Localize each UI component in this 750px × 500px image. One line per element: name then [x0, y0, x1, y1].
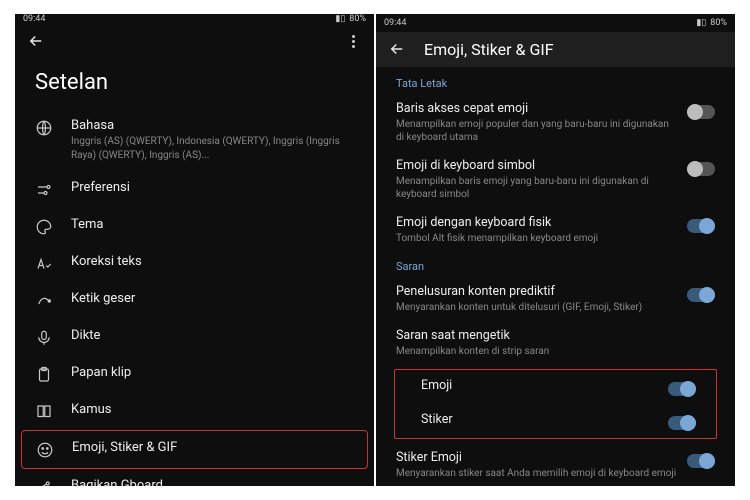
- setting-desc: Menyarankan konten untuk ditelusuri (GIF…: [396, 301, 677, 314]
- status-time: 09:44: [23, 14, 45, 24]
- setting-title: Emoji: [415, 378, 658, 393]
- sidebar-item-papan-klip[interactable]: Papan klip: [21, 356, 368, 393]
- status-bar-right: 09:44 ▮▯ 80%: [376, 14, 735, 32]
- row-sub: Inggris (AS) (QWERTY), Indonesia (QWERTY…: [71, 135, 354, 162]
- setting-emoji-keyboard-simbol[interactable]: Emoji di keyboard simbol Menampilkan bar…: [382, 151, 729, 208]
- settings-list: Bahasa Inggris (AS) (QWERTY), Indonesia …: [15, 109, 374, 486]
- sidebar-item-emoji-stiker-gif[interactable]: Emoji, Stiker & GIF: [21, 430, 368, 469]
- palette-icon: [35, 218, 53, 236]
- row-title: Emoji, Stiker & GIF: [72, 440, 353, 455]
- toggle-switch[interactable]: [668, 416, 696, 430]
- clipboard-icon: [35, 366, 53, 384]
- setting-title: Saran saat mengetik: [396, 328, 715, 343]
- row-title: Koreksi teks: [71, 254, 354, 269]
- settings-pane: 09:44 ▮▯ 80% Setelan Bahasa Inggris (AS)…: [15, 14, 374, 486]
- row-title: Kamus: [71, 402, 354, 417]
- setting-title: Baris akses cepat emoji: [396, 101, 677, 116]
- toggle-switch[interactable]: [687, 162, 715, 176]
- sidebar-item-dikte[interactable]: Dikte: [21, 319, 368, 356]
- row-title: Dikte: [71, 328, 354, 343]
- section-saran: Saran: [382, 252, 729, 277]
- setting-desc: Menyarankan stiker saat Anda memilih emo…: [396, 467, 677, 480]
- row-title: Tema: [71, 217, 354, 232]
- sidebar-item-bagikan-gboard[interactable]: Bagikan Gboard: [21, 469, 368, 486]
- back-button[interactable]: [27, 32, 45, 50]
- row-title: Preferensi: [71, 180, 354, 195]
- setting-penelusuran-prediktif[interactable]: Penelusuran konten prediktif Menyarankan…: [382, 277, 729, 321]
- globe-icon: [35, 119, 53, 137]
- sidebar-item-tema[interactable]: Tema: [21, 208, 368, 245]
- toggle-switch[interactable]: [687, 105, 715, 119]
- row-title: Bahasa: [71, 118, 354, 133]
- setting-desc: Menampilkan emoji populer dan yang baru-…: [396, 118, 677, 144]
- sidebar-item-preferensi[interactable]: Preferensi: [21, 171, 368, 208]
- sidebar-item-ketik-geser[interactable]: Ketik geser: [21, 282, 368, 319]
- status-time: 09:44: [384, 18, 406, 28]
- topbar-left: [15, 24, 374, 58]
- battery-text: 80%: [349, 14, 366, 24]
- setting-title: Emoji di keyboard simbol: [396, 158, 677, 173]
- sidebar-item-bahasa[interactable]: Bahasa Inggris (AS) (QWERTY), Indonesia …: [21, 109, 368, 171]
- page-title: Setelan: [15, 58, 374, 109]
- mic-icon: [35, 329, 53, 347]
- setting-desc: Menampilkan baris emoji yang baru-baru i…: [396, 175, 677, 201]
- header-title: Emoji, Stiker & GIF: [424, 40, 554, 59]
- setting-title: Penelusuran konten prediktif: [396, 284, 677, 299]
- setting-saran-stiker[interactable]: Stiker: [395, 404, 716, 438]
- setting-desc: Menampilkan konten di strip saran: [396, 345, 715, 358]
- more-menu-button[interactable]: [344, 32, 362, 50]
- right-content: Tata Letak Baris akses cepat emoji Menam…: [376, 67, 735, 486]
- toggle-switch[interactable]: [687, 288, 715, 302]
- setting-saran-mengetik-header: Saran saat mengetik Menampilkan konten d…: [382, 321, 729, 365]
- row-title: Bagikan Gboard: [71, 478, 354, 486]
- setting-desc: Tombol Alt fisik menampilkan keyboard em…: [396, 232, 677, 245]
- row-title: Ketik geser: [71, 291, 354, 306]
- setting-baris-akses-cepat[interactable]: Baris akses cepat emoji Menampilkan emoj…: [382, 94, 729, 151]
- setting-emoji-keyboard-fisik[interactable]: Emoji dengan keyboard fisik Tombol Alt f…: [382, 208, 729, 252]
- toggle-switch[interactable]: [668, 382, 696, 396]
- typing-suggestions-group: Emoji Stiker: [394, 369, 717, 439]
- setting-title: Emoji dengan keyboard fisik: [396, 215, 677, 230]
- text-check-icon: [35, 255, 53, 273]
- sidebar-item-kamus[interactable]: Kamus: [21, 393, 368, 430]
- toggle-switch[interactable]: [687, 219, 715, 233]
- emoji-settings-pane: 09:44 ▮▯ 80% Emoji, Stiker & GIF Tata Le…: [376, 14, 735, 486]
- book-icon: [35, 403, 53, 421]
- share-icon: [35, 479, 53, 486]
- section-tata-letak: Tata Letak: [382, 69, 729, 94]
- status-right: ▮▯ 80%: [335, 14, 366, 24]
- status-right: ▮▯ 80%: [696, 18, 727, 28]
- setting-title: Stiker Emoji: [396, 450, 677, 465]
- topbar-right: Emoji, Stiker & GIF: [376, 32, 735, 67]
- battery-text: 80%: [710, 18, 727, 28]
- signal-icon: ▮▯: [335, 14, 345, 24]
- setting-saran-emoji[interactable]: Emoji: [395, 370, 716, 404]
- sidebar-item-koreksi-teks[interactable]: Koreksi teks: [21, 245, 368, 282]
- setting-stiker-emoji[interactable]: Stiker Emoji Menyarankan stiker saat And…: [382, 443, 729, 486]
- row-title: Papan klip: [71, 365, 354, 380]
- sliders-icon: [35, 181, 53, 199]
- toggle-switch[interactable]: [687, 454, 715, 468]
- back-button[interactable]: [388, 40, 406, 58]
- status-bar-left: 09:44 ▮▯ 80%: [15, 14, 374, 24]
- signal-icon: ▮▯: [696, 18, 706, 28]
- setting-title: Stiker: [415, 412, 658, 427]
- emoji-icon: [36, 441, 54, 459]
- swipe-icon: [35, 292, 53, 310]
